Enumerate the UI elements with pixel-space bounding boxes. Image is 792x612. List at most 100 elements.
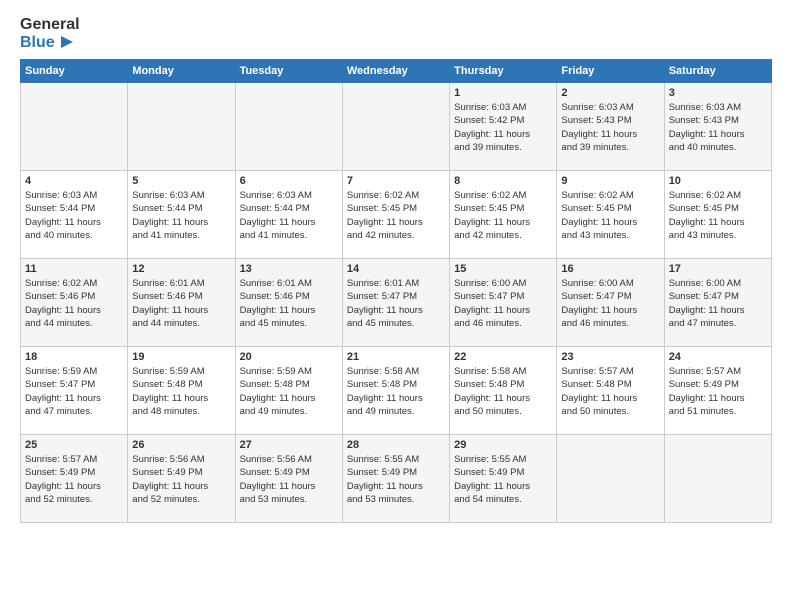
calendar-header-row: SundayMondayTuesdayWednesdayThursdayFrid… [21,60,772,83]
day-number: 5 [132,175,230,187]
logo: General Blue [20,16,80,51]
calendar-table: SundayMondayTuesdayWednesdayThursdayFrid… [20,59,772,523]
cell-content: Sunrise: 6:03 AMSunset: 5:44 PMDaylight:… [240,189,338,242]
calendar-cell: 23 Sunrise: 5:57 AMSunset: 5:48 PMDayligh… [557,347,664,435]
cell-content: Sunrise: 5:56 AMSunset: 5:49 PMDaylight:… [132,453,230,506]
calendar-cell: 19 Sunrise: 5:59 AMSunset: 5:48 PMDayligh… [128,347,235,435]
calendar-cell: 20 Sunrise: 5:59 AMSunset: 5:48 PMDayligh… [235,347,342,435]
day-number: 29 [454,439,552,451]
calendar-cell: 11 Sunrise: 6:02 AMSunset: 5:46 PMDayligh… [21,259,128,347]
col-header-saturday: Saturday [664,60,771,83]
cell-content: Sunrise: 6:02 AMSunset: 5:45 PMDaylight:… [454,189,552,242]
cell-content: Sunrise: 5:56 AMSunset: 5:49 PMDaylight:… [240,453,338,506]
day-number: 23 [561,351,659,363]
day-number: 16 [561,263,659,275]
calendar-week-2: 4 Sunrise: 6:03 AMSunset: 5:44 PMDaylight… [21,171,772,259]
cell-content: Sunrise: 5:59 AMSunset: 5:47 PMDaylight:… [25,365,123,418]
calendar-cell [557,435,664,523]
calendar-cell: 7 Sunrise: 6:02 AMSunset: 5:45 PMDaylight… [342,171,449,259]
calendar-cell: 3 Sunrise: 6:03 AMSunset: 5:43 PMDaylight… [664,83,771,171]
day-number: 6 [240,175,338,187]
day-number: 14 [347,263,445,275]
calendar-cell: 18 Sunrise: 5:59 AMSunset: 5:47 PMDayligh… [21,347,128,435]
cell-content: Sunrise: 5:55 AMSunset: 5:49 PMDaylight:… [454,453,552,506]
calendar-cell [128,83,235,171]
cell-content: Sunrise: 6:03 AMSunset: 5:43 PMDaylight:… [561,101,659,154]
day-number: 15 [454,263,552,275]
calendar-cell: 14 Sunrise: 6:01 AMSunset: 5:47 PMDayligh… [342,259,449,347]
cell-content: Sunrise: 6:01 AMSunset: 5:47 PMDaylight:… [347,277,445,330]
calendar-cell: 29 Sunrise: 5:55 AMSunset: 5:49 PMDayligh… [450,435,557,523]
day-number: 4 [25,175,123,187]
cell-content: Sunrise: 6:03 AMSunset: 5:43 PMDaylight:… [669,101,767,154]
calendar-week-4: 18 Sunrise: 5:59 AMSunset: 5:47 PMDayligh… [21,347,772,435]
cell-content: Sunrise: 6:03 AMSunset: 5:44 PMDaylight:… [132,189,230,242]
calendar-cell: 10 Sunrise: 6:02 AMSunset: 5:45 PMDayligh… [664,171,771,259]
cell-content: Sunrise: 6:02 AMSunset: 5:45 PMDaylight:… [561,189,659,242]
day-number: 11 [25,263,123,275]
page-header: General Blue [20,16,772,51]
cell-content: Sunrise: 5:57 AMSunset: 5:49 PMDaylight:… [25,453,123,506]
calendar-cell [342,83,449,171]
cell-content: Sunrise: 6:00 AMSunset: 5:47 PMDaylight:… [561,277,659,330]
col-header-tuesday: Tuesday [235,60,342,83]
day-number: 28 [347,439,445,451]
cell-content: Sunrise: 5:59 AMSunset: 5:48 PMDaylight:… [240,365,338,418]
calendar-cell: 1 Sunrise: 6:03 AMSunset: 5:42 PMDaylight… [450,83,557,171]
day-number: 19 [132,351,230,363]
day-number: 21 [347,351,445,363]
cell-content: Sunrise: 6:02 AMSunset: 5:45 PMDaylight:… [347,189,445,242]
cell-content: Sunrise: 5:59 AMSunset: 5:48 PMDaylight:… [132,365,230,418]
day-number: 1 [454,87,552,99]
cell-content: Sunrise: 6:03 AMSunset: 5:42 PMDaylight:… [454,101,552,154]
calendar-week-3: 11 Sunrise: 6:02 AMSunset: 5:46 PMDayligh… [21,259,772,347]
calendar-week-1: 1 Sunrise: 6:03 AMSunset: 5:42 PMDaylight… [21,83,772,171]
logo-blue: Blue [20,34,80,52]
calendar-cell: 26Sunrise: 5:56 AMSunset: 5:49 PMDayligh… [128,435,235,523]
day-number: 9 [561,175,659,187]
calendar-cell: 24Sunrise: 5:57 AMSunset: 5:49 PMDayligh… [664,347,771,435]
cell-content: Sunrise: 5:57 AMSunset: 5:48 PMDaylight:… [561,365,659,418]
day-number: 10 [669,175,767,187]
cell-content: Sunrise: 6:00 AMSunset: 5:47 PMDaylight:… [454,277,552,330]
day-number: 7 [347,175,445,187]
calendar-cell: 13Sunrise: 6:01 AMSunset: 5:46 PMDayligh… [235,259,342,347]
cell-content: Sunrise: 6:02 AMSunset: 5:45 PMDaylight:… [669,189,767,242]
calendar-cell: 12 Sunrise: 6:01 AMSunset: 5:46 PMDayligh… [128,259,235,347]
calendar-cell: 28 Sunrise: 5:55 AMSunset: 5:49 PMDayligh… [342,435,449,523]
calendar-cell [664,435,771,523]
col-header-sunday: Sunday [21,60,128,83]
day-number: 24 [669,351,767,363]
day-number: 18 [25,351,123,363]
calendar-cell: 4 Sunrise: 6:03 AMSunset: 5:44 PMDaylight… [21,171,128,259]
calendar-cell: 2 Sunrise: 6:03 AMSunset: 5:43 PMDaylight… [557,83,664,171]
calendar-cell: 27Sunrise: 5:56 AMSunset: 5:49 PMDayligh… [235,435,342,523]
day-number: 13 [240,263,338,275]
cell-content: Sunrise: 6:03 AMSunset: 5:44 PMDaylight:… [25,189,123,242]
cell-content: Sunrise: 6:00 AMSunset: 5:47 PMDaylight:… [669,277,767,330]
day-number: 17 [669,263,767,275]
calendar-cell: 22 Sunrise: 5:58 AMSunset: 5:48 PMDayligh… [450,347,557,435]
calendar-cell: 5 Sunrise: 6:03 AMSunset: 5:44 PMDaylight… [128,171,235,259]
day-number: 22 [454,351,552,363]
calendar-cell: 15 Sunrise: 6:00 AMSunset: 5:47 PMDayligh… [450,259,557,347]
logo-general: General [20,16,80,34]
day-number: 2 [561,87,659,99]
col-header-thursday: Thursday [450,60,557,83]
cell-content: Sunrise: 5:58 AMSunset: 5:48 PMDaylight:… [454,365,552,418]
cell-content: Sunrise: 5:58 AMSunset: 5:48 PMDaylight:… [347,365,445,418]
cell-content: Sunrise: 6:02 AMSunset: 5:46 PMDaylight:… [25,277,123,330]
day-number: 12 [132,263,230,275]
calendar-cell: 25Sunrise: 5:57 AMSunset: 5:49 PMDayligh… [21,435,128,523]
calendar-cell: 16 Sunrise: 6:00 AMSunset: 5:47 PMDayligh… [557,259,664,347]
cell-content: Sunrise: 6:01 AMSunset: 5:46 PMDaylight:… [132,277,230,330]
day-number: 8 [454,175,552,187]
cell-content: Sunrise: 5:55 AMSunset: 5:49 PMDaylight:… [347,453,445,506]
calendar-cell: 8 Sunrise: 6:02 AMSunset: 5:45 PMDaylight… [450,171,557,259]
calendar-cell: 21 Sunrise: 5:58 AMSunset: 5:48 PMDayligh… [342,347,449,435]
day-number: 3 [669,87,767,99]
calendar-week-5: 25Sunrise: 5:57 AMSunset: 5:49 PMDayligh… [21,435,772,523]
calendar-cell: 17 Sunrise: 6:00 AMSunset: 5:47 PMDayligh… [664,259,771,347]
day-number: 20 [240,351,338,363]
logo-svg: General Blue [20,16,80,51]
